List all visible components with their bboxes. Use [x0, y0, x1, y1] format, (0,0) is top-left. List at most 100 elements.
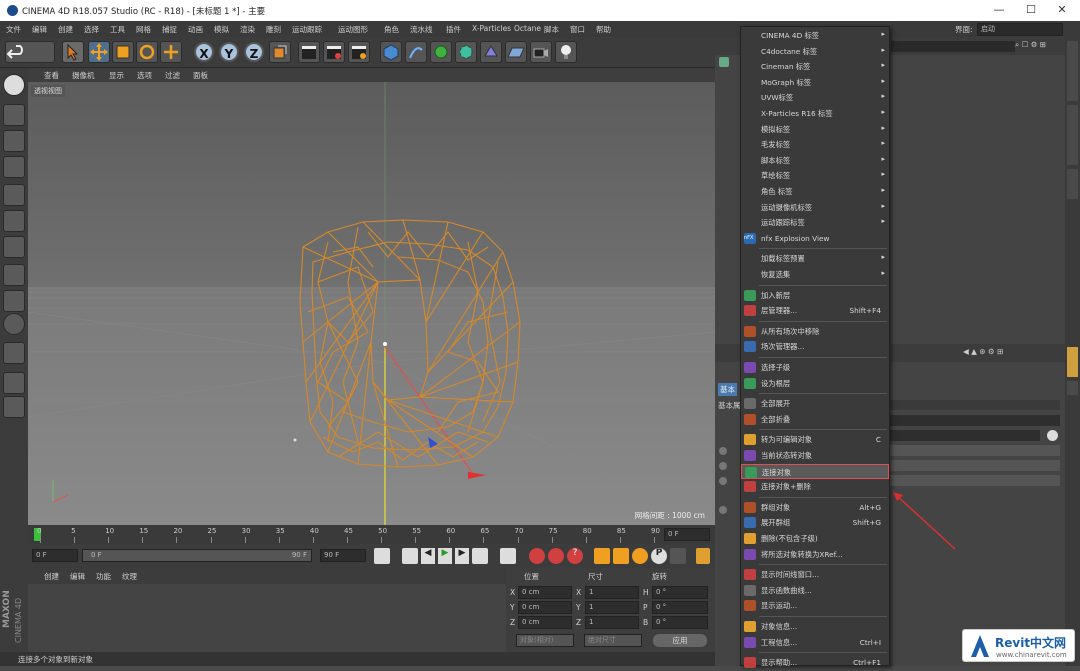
menu-item-17[interactable]: Octane [514, 24, 541, 33]
position-key-icon[interactable] [594, 548, 610, 564]
context-menu-item[interactable]: 当前状态转对象 [741, 448, 889, 464]
menu-item-6[interactable]: 捕捉 [162, 24, 177, 35]
undo-button[interactable] [5, 41, 55, 63]
grid-snap-icon[interactable] [3, 396, 25, 418]
scale-key-icon[interactable] [613, 548, 629, 564]
menu-item-1[interactable]: 编辑 [32, 24, 47, 35]
camera-button[interactable] [530, 41, 552, 63]
layer-field[interactable] [885, 430, 1040, 441]
menu-item-9[interactable]: 渲染 [240, 24, 255, 35]
context-menu-item[interactable]: 对象信息... [741, 619, 889, 635]
context-menu-item[interactable]: 删除(不包含子级) [741, 531, 889, 547]
record-active-icon[interactable] [529, 548, 545, 564]
object-search-field[interactable] [891, 41, 1015, 52]
context-menu-item[interactable]: 将所选对象转换为XRef... [741, 547, 889, 563]
size-field[interactable]: 1 [585, 586, 639, 599]
tweak-mode-icon[interactable] [3, 290, 25, 312]
start-frame-field[interactable]: 0 F [32, 549, 78, 562]
context-menu-item[interactable]: 全部折叠 [741, 412, 889, 428]
context-menu-item[interactable]: 展开群组 Shift+G [741, 515, 889, 531]
coordinate-system-button[interactable] [269, 41, 291, 63]
context-menu-item[interactable]: 显示运动... [741, 598, 889, 614]
menu-item-16[interactable]: X-Particles [472, 24, 511, 33]
context-menu-item[interactable]: MoGraph 标签 ▸ [741, 75, 889, 91]
size-field[interactable]: 1 [585, 601, 639, 614]
rotation-key-icon[interactable] [632, 548, 648, 564]
visible-editor-select[interactable] [885, 445, 1060, 456]
tab-objects[interactable] [1067, 41, 1078, 101]
select-tool-button[interactable] [62, 41, 84, 63]
context-menu-item[interactable]: 运动跟踪标签 ▸ [741, 215, 889, 231]
context-menu-item[interactable]: 从所有场次中移除 [741, 324, 889, 340]
prev-key-button[interactable] [402, 548, 418, 564]
material-menu-item-3[interactable]: 纹理 [122, 571, 137, 582]
menu-item-2[interactable]: 创建 [58, 24, 73, 35]
viewport-menu-item-4[interactable]: 过滤 [165, 70, 180, 81]
context-menu-item[interactable]: 运动摄像机标签 ▸ [741, 200, 889, 216]
context-menu-item[interactable]: 场次管理器... [741, 339, 889, 355]
viewport-menu-item-0[interactable]: 查看 [44, 70, 59, 81]
x-axis-lock-button[interactable]: X [194, 42, 214, 62]
keyframe-selection-icon[interactable]: ? [567, 548, 583, 564]
render-picture-viewer-button[interactable] [323, 41, 345, 63]
menu-item-0[interactable]: 文件 [6, 24, 21, 35]
size-mode-select[interactable]: 绝对尺寸 [584, 634, 642, 647]
light-button[interactable] [555, 41, 577, 63]
viewport-menu-item-5[interactable]: 面板 [193, 70, 208, 81]
subdivision-button[interactable] [430, 41, 452, 63]
context-menu-item[interactable]: 设为根层 [741, 376, 889, 392]
context-menu-item[interactable]: C4doctane 标签 ▸ [741, 44, 889, 60]
timeline-window-icon[interactable] [696, 548, 710, 564]
apply-button[interactable]: 应用 [653, 634, 707, 647]
maximize-button[interactable]: ☐ [1024, 3, 1038, 17]
tab-layers[interactable] [1067, 381, 1078, 395]
model-mode-icon[interactable] [3, 104, 25, 126]
end-frame-field[interactable]: 90 F [320, 549, 366, 562]
points-mode-icon[interactable] [3, 184, 25, 206]
menu-item-19[interactable]: 窗口 [570, 24, 585, 35]
keyframe-dot[interactable] [719, 477, 727, 485]
viewport-menu-item-3[interactable]: 选项 [137, 70, 152, 81]
menu-item-7[interactable]: 动画 [188, 24, 203, 35]
menu-item-12[interactable]: 运动图形 [338, 24, 368, 35]
material-menu-item-2[interactable]: 功能 [96, 571, 111, 582]
position-field[interactable]: 0 cm [518, 586, 572, 599]
menu-item-15[interactable]: 插件 [446, 24, 461, 35]
context-menu-item[interactable]: 显示时间线窗口... [741, 567, 889, 583]
context-menu-item[interactable]: 显示函数曲线... [741, 583, 889, 599]
context-menu-item[interactable]: 模拟标签 ▸ [741, 122, 889, 138]
basic-tab[interactable]: 基本 [718, 383, 737, 396]
magnet-icon[interactable] [3, 342, 25, 364]
workplane-lock-icon[interactable] [3, 372, 25, 394]
context-menu-item[interactable]: UVW标签 ▸ [741, 90, 889, 106]
scale-tool-button[interactable] [112, 41, 134, 63]
deformer-button[interactable] [480, 41, 502, 63]
context-menu-item[interactable]: 恢复选集 ▸ [741, 267, 889, 283]
visible-renderer-select[interactable] [885, 460, 1060, 471]
context-menu-item[interactable]: 草绘标签 ▸ [741, 168, 889, 184]
rotate-tool-button[interactable] [136, 41, 158, 63]
next-key-button[interactable] [472, 548, 488, 564]
context-menu-item[interactable]: 全部展开 [741, 396, 889, 412]
render-view-button[interactable] [298, 41, 320, 63]
context-menu-item[interactable]: 显示帮助... Ctrl+F1 [741, 655, 889, 671]
menu-item-11[interactable]: 运动跟踪 [292, 24, 322, 35]
polygons-mode-icon[interactable] [3, 236, 25, 258]
go-to-start-button[interactable] [374, 548, 390, 564]
rotation-field[interactable]: 0 ° [652, 616, 708, 629]
context-menu-item[interactable]: CINEMA 4D 标签 ▸ [741, 28, 889, 44]
tab-structure[interactable] [1067, 169, 1078, 199]
play-button[interactable]: ▶ [438, 548, 452, 564]
workplane-mode-icon[interactable] [3, 156, 25, 178]
context-menu-item[interactable]: X-Particles R16 标签 ▸ [741, 106, 889, 122]
object-icon[interactable] [719, 57, 729, 67]
viewport-menu-item-1[interactable]: 摄像机 [72, 70, 95, 81]
menu-item-4[interactable]: 工具 [110, 24, 125, 35]
layer-picker-icon[interactable] [1047, 430, 1058, 441]
context-menu-item[interactable]: 加载标签预置 ▸ [741, 251, 889, 267]
timeline-ruler[interactable]: 0 F 0 5 10 15 20 25 30 35 40 45 50 55 60 65 70 75 80 85 90 [28, 525, 715, 544]
tab-content-browser[interactable] [1067, 105, 1078, 165]
rotation-field[interactable]: 0 ° [652, 586, 708, 599]
axis-mode-icon[interactable] [3, 264, 25, 286]
context-menu-item[interactable]: 选择子级 [741, 360, 889, 376]
